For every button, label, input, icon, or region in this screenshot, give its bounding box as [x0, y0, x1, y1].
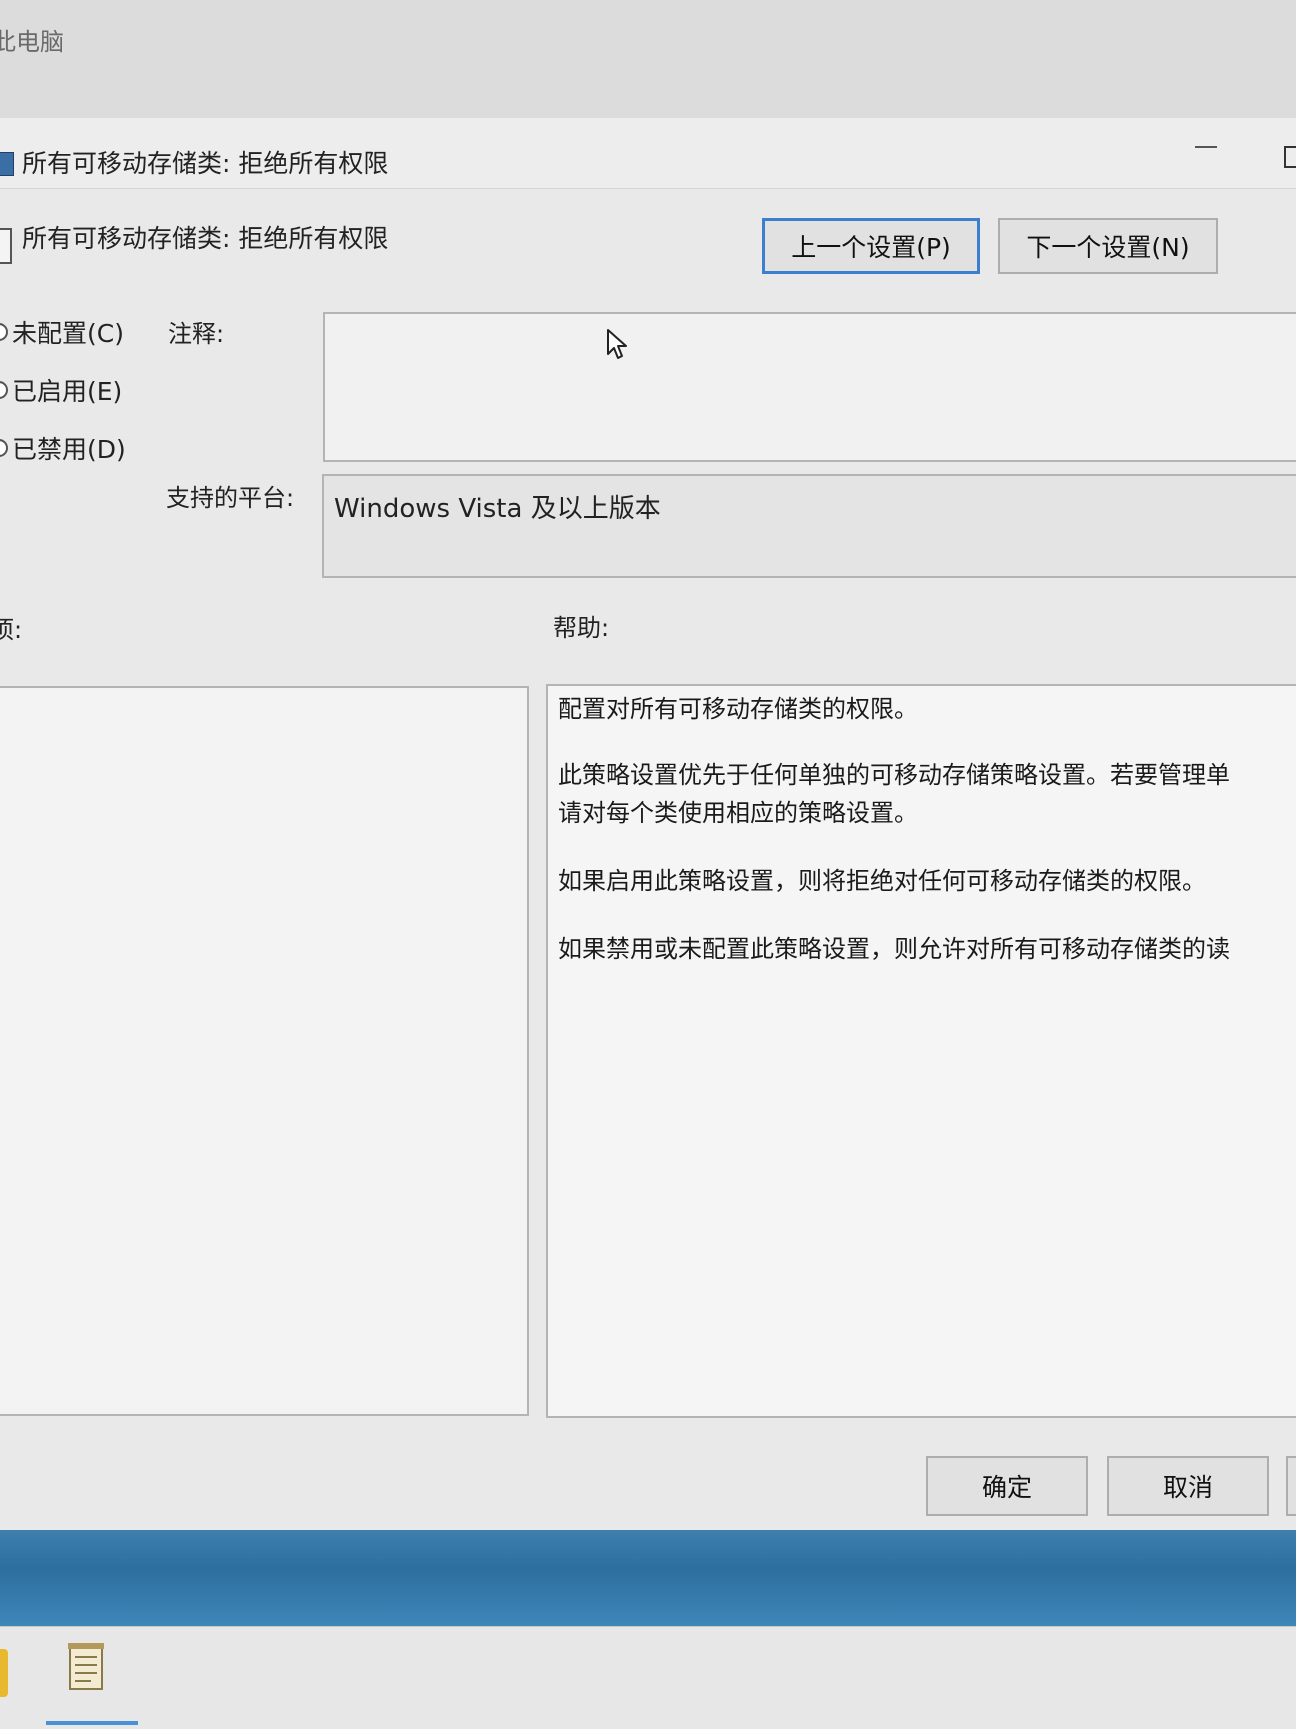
radio-label: 未配置(C): [12, 319, 124, 348]
platform-value: Windows Vista 及以上版本: [334, 494, 661, 524]
help-paragraph: 如果启用此策略设置，则将拒绝对任何可移动存储类的权限。: [558, 867, 1206, 895]
policy-dialog: 所有可移动存储类: 拒绝所有权限 所有可移动存储类: 拒绝所有权限 上一个设置(…: [0, 118, 1296, 1530]
options-panel: [0, 686, 529, 1416]
maximize-icon[interactable]: [1284, 146, 1296, 168]
apply-button-edge[interactable]: [1286, 1456, 1296, 1516]
next-setting-button[interactable]: 下一个设置(N): [998, 218, 1218, 274]
comment-label: 注释:: [168, 320, 225, 348]
ok-button[interactable]: 确定: [926, 1456, 1088, 1516]
policy-setting-icon: [0, 228, 12, 264]
policy-name: 所有可移动存储类: 拒绝所有权限: [22, 224, 389, 253]
active-app-indicator: [46, 1721, 138, 1725]
folder-icon[interactable]: [0, 1649, 8, 1697]
dialog-titlebar[interactable]: 所有可移动存储类: 拒绝所有权限: [0, 118, 1296, 189]
taskbar: [0, 1626, 1296, 1729]
comment-textarea[interactable]: [323, 312, 1296, 462]
dialog-title: 所有可移动存储类: 拒绝所有权限: [22, 149, 389, 178]
cancel-button-label: 取消: [1162, 1473, 1213, 1502]
background-window: 此电脑: [0, 0, 1296, 119]
mouse-cursor-icon: [607, 329, 627, 359]
cancel-button[interactable]: 取消: [1107, 1456, 1269, 1516]
help-paragraph: 配置对所有可移动存储类的权限。: [558, 695, 918, 723]
help-label: 帮助:: [553, 614, 610, 642]
radio-circle-icon: [0, 381, 8, 399]
radio-enabled[interactable]: 已启用(E): [0, 372, 122, 408]
radio-label: 已启用(E): [12, 377, 123, 406]
previous-setting-button[interactable]: 上一个设置(P): [762, 218, 980, 274]
help-panel[interactable]: 配置对所有可移动存储类的权限。 此策略设置优先于任何单独的可移动存储策略设置。若…: [546, 684, 1296, 1418]
radio-circle-icon: [0, 439, 8, 457]
policy-window-icon: [0, 152, 14, 176]
options-label: 项:: [0, 616, 23, 644]
radio-circle-icon: [0, 323, 8, 341]
help-paragraph: 如果禁用或未配置此策略设置，则允许对所有可移动存储类的读: [558, 935, 1230, 963]
platform-label: 支持的平台:: [166, 484, 295, 512]
desktop-background: [0, 1530, 1296, 1626]
background-window-title: 此电脑: [0, 28, 64, 56]
help-paragraph: 此策略设置优先于任何单独的可移动存储策略设置。若要管理单 请对每个类使用相应的策…: [558, 761, 1230, 827]
platform-field: Windows Vista 及以上版本: [322, 474, 1296, 578]
radio-not-configured[interactable]: 未配置(C): [0, 314, 124, 350]
radio-label: 已禁用(D): [12, 435, 126, 464]
minimize-icon[interactable]: [1195, 146, 1217, 148]
notepad-icon[interactable]: [64, 1639, 108, 1695]
radio-disabled[interactable]: 已禁用(D): [0, 430, 126, 466]
